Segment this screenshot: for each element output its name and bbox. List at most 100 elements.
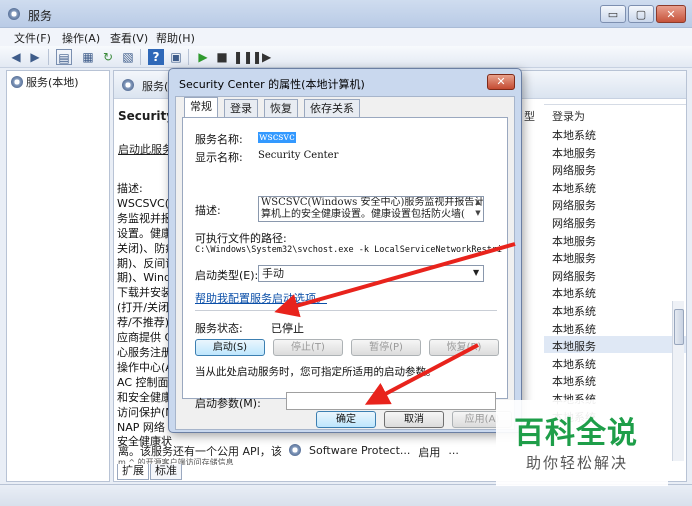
tree-item-services-local[interactable]: 服务(本地) [11, 74, 79, 90]
column-divider [544, 104, 686, 105]
pause-button[interactable]: 暂停(P) [351, 339, 421, 356]
logon-cell[interactable]: 本地系统 [552, 180, 596, 196]
logon-cell[interactable]: 网络服务 [552, 268, 596, 284]
watermark-brand: 百科全说 [514, 416, 638, 451]
properties-icon[interactable]: ▦ [80, 49, 96, 65]
exe-path-value: C:\Windows\System32\svchost.exe -k Local… [195, 245, 503, 255]
maximize-button[interactable]: ▢ [628, 5, 654, 23]
help-icon[interactable]: ? [148, 49, 164, 65]
service-name-cell: Software Protect... [309, 444, 411, 457]
ok-button[interactable]: 确定 [316, 411, 376, 428]
logon-cell[interactable]: 本地系统 [552, 127, 596, 143]
service-status-label: 服务状态: [195, 322, 243, 335]
statusbar [0, 484, 692, 506]
logon-cell[interactable]: 网络服务 [552, 215, 596, 231]
toolbar: ◀ ▶ ▤ ▦ ↻ ▧ ? ▣ ▶ ■ ❚❚ ❚▶ [0, 46, 692, 68]
console-tree-icon[interactable]: ▤ [56, 49, 72, 65]
help-configure-link[interactable]: 帮助我配置服务启动选项。 [195, 290, 327, 306]
start-service-link[interactable]: 启动此服务 [118, 141, 173, 157]
service-name-text: wscsvc [258, 132, 296, 143]
vertical-scrollbar[interactable] [672, 301, 684, 461]
service-gear-icon [289, 444, 301, 456]
view-icon[interactable]: ▣ [168, 49, 184, 65]
start-param-hint: 当从此处启动服务时，您可指定所适用的启动参数。 [195, 366, 437, 378]
tab-dependencies[interactable]: 依存关系 [304, 99, 360, 117]
main-titlebar: 服务 ▭ ▢ ✕ [0, 0, 692, 28]
start-param-input[interactable] [286, 392, 496, 410]
start-param-label: 启动参数(M): [195, 397, 261, 410]
logon-cell[interactable]: 本地系统 [552, 373, 596, 389]
logon-cell[interactable]: 本地系统 [552, 356, 596, 372]
stop-icon[interactable]: ■ [214, 49, 230, 65]
dialog-close-button[interactable]: ✕ [487, 74, 515, 90]
services-icon [11, 76, 23, 88]
window-title: 服务 [28, 9, 53, 23]
service-status-value: 已停止 [271, 322, 304, 335]
menu-file[interactable]: 文件(F) [14, 30, 51, 46]
exe-path-label: 可执行文件的路径: [195, 232, 287, 245]
description-box[interactable]: WSCSVC(Windows 安全中心)服务监视并报告计 算机上的安全健康设置。… [258, 196, 484, 222]
logon-cell[interactable]: 本地服务 [552, 250, 596, 266]
refresh-icon[interactable]: ↻ [100, 49, 116, 65]
back-arrow-icon[interactable]: ◀ [8, 49, 24, 65]
service-name-label: 服务名称: [195, 133, 243, 146]
logon-cell[interactable]: 网络服务 [552, 162, 596, 178]
tab-standard[interactable]: 标准 [150, 464, 182, 480]
services-icon [122, 79, 134, 91]
tab-recovery[interactable]: 恢复 [264, 99, 298, 117]
column-startup-type[interactable]: 型 [524, 108, 535, 124]
start-button[interactable]: 启动(S) [195, 339, 265, 356]
display-name-label: 显示名称: [195, 151, 243, 164]
logon-cell[interactable]: 本地系统 [552, 285, 596, 301]
tab-general[interactable]: 常规 [184, 97, 218, 118]
menu-help[interactable]: 帮助(H) [156, 30, 195, 46]
scrollbar-thumb[interactable] [674, 309, 684, 345]
tree-item-label: 服务(本地) [26, 76, 79, 89]
startup-type-label: 启动类型(E): [195, 269, 259, 282]
tab-logon[interactable]: 登录 [224, 99, 258, 117]
console-tree: 服务(本地) [6, 70, 110, 482]
export-icon[interactable]: ▧ [120, 49, 136, 65]
description-line: 算机上的安全健康设置。健康设置包括防火墙( [261, 209, 465, 220]
logon-cell[interactable]: 本地系统 [552, 303, 596, 319]
play-icon[interactable]: ▶ [195, 49, 211, 65]
description-scroll-arrows[interactable]: ▲ ▼ [473, 197, 483, 221]
menu-action[interactable]: 操作(A) [62, 30, 100, 46]
chevron-down-icon[interactable]: ▼ [473, 268, 479, 277]
service-extra-cell: ... [448, 444, 459, 457]
resume-button[interactable]: 恢复(R) [429, 339, 499, 356]
service-status-cell: 启用 [418, 446, 441, 459]
logon-cell[interactable]: 本地系统 [552, 321, 596, 337]
logon-cell[interactable]: 本地服务 [552, 145, 596, 161]
restart-icon[interactable]: ❚▶ [252, 49, 271, 65]
column-logon-as[interactable]: 登录为 [552, 108, 585, 124]
stop-button[interactable]: 停止(T) [273, 339, 343, 356]
list-item[interactable]: Software Protect... 启用 ... [289, 444, 459, 460]
dialog-title: Security Center 的属性(本地计算机) [179, 78, 365, 91]
pane-header-title: 服务( [142, 80, 169, 93]
watermark-logo: 百科全说 助你轻松解决 [496, 400, 668, 486]
watermark-slogan: 助你轻松解决 [526, 454, 629, 472]
logon-cell[interactable]: 本地服务 [552, 233, 596, 249]
display-name-value: Security Center [258, 150, 339, 161]
menubar: 文件(F) 操作(A) 查看(V) 帮助(H) [0, 28, 692, 46]
pause-icon[interactable]: ❚❚ [233, 49, 253, 65]
description-line: WSCSVC(Windows 安全中心)服务监视并报告计 [261, 197, 484, 208]
dialog-body: 常规 登录 恢复 依存关系 服务名称: wscsvc 显示名称: Securit… [175, 96, 515, 430]
forward-arrow-icon[interactable]: ▶ [27, 49, 43, 65]
toolbar-separator [140, 49, 141, 65]
startup-type-select[interactable]: 手动 [258, 265, 484, 282]
service-name-value[interactable]: wscsvc [258, 132, 296, 143]
toolbar-separator [48, 49, 49, 65]
minimize-button[interactable]: ▭ [600, 5, 626, 23]
services-app-icon [8, 8, 20, 20]
logon-cell[interactable]: 本地服务 [552, 338, 596, 354]
general-tab-panel: 服务名称: wscsvc 显示名称: Security Center 描述: W… [182, 117, 508, 410]
logon-cell[interactable]: 网络服务 [552, 197, 596, 213]
close-button[interactable]: ✕ [656, 5, 686, 23]
cancel-button[interactable]: 取消 [384, 411, 444, 428]
tab-extended[interactable]: 扩展 [117, 464, 149, 480]
menu-view[interactable]: 查看(V) [110, 30, 148, 46]
properties-dialog: Security Center 的属性(本地计算机) ✕ 常规 登录 恢复 依存… [168, 68, 522, 433]
view-tabs: 扩展 标准 [117, 464, 183, 482]
